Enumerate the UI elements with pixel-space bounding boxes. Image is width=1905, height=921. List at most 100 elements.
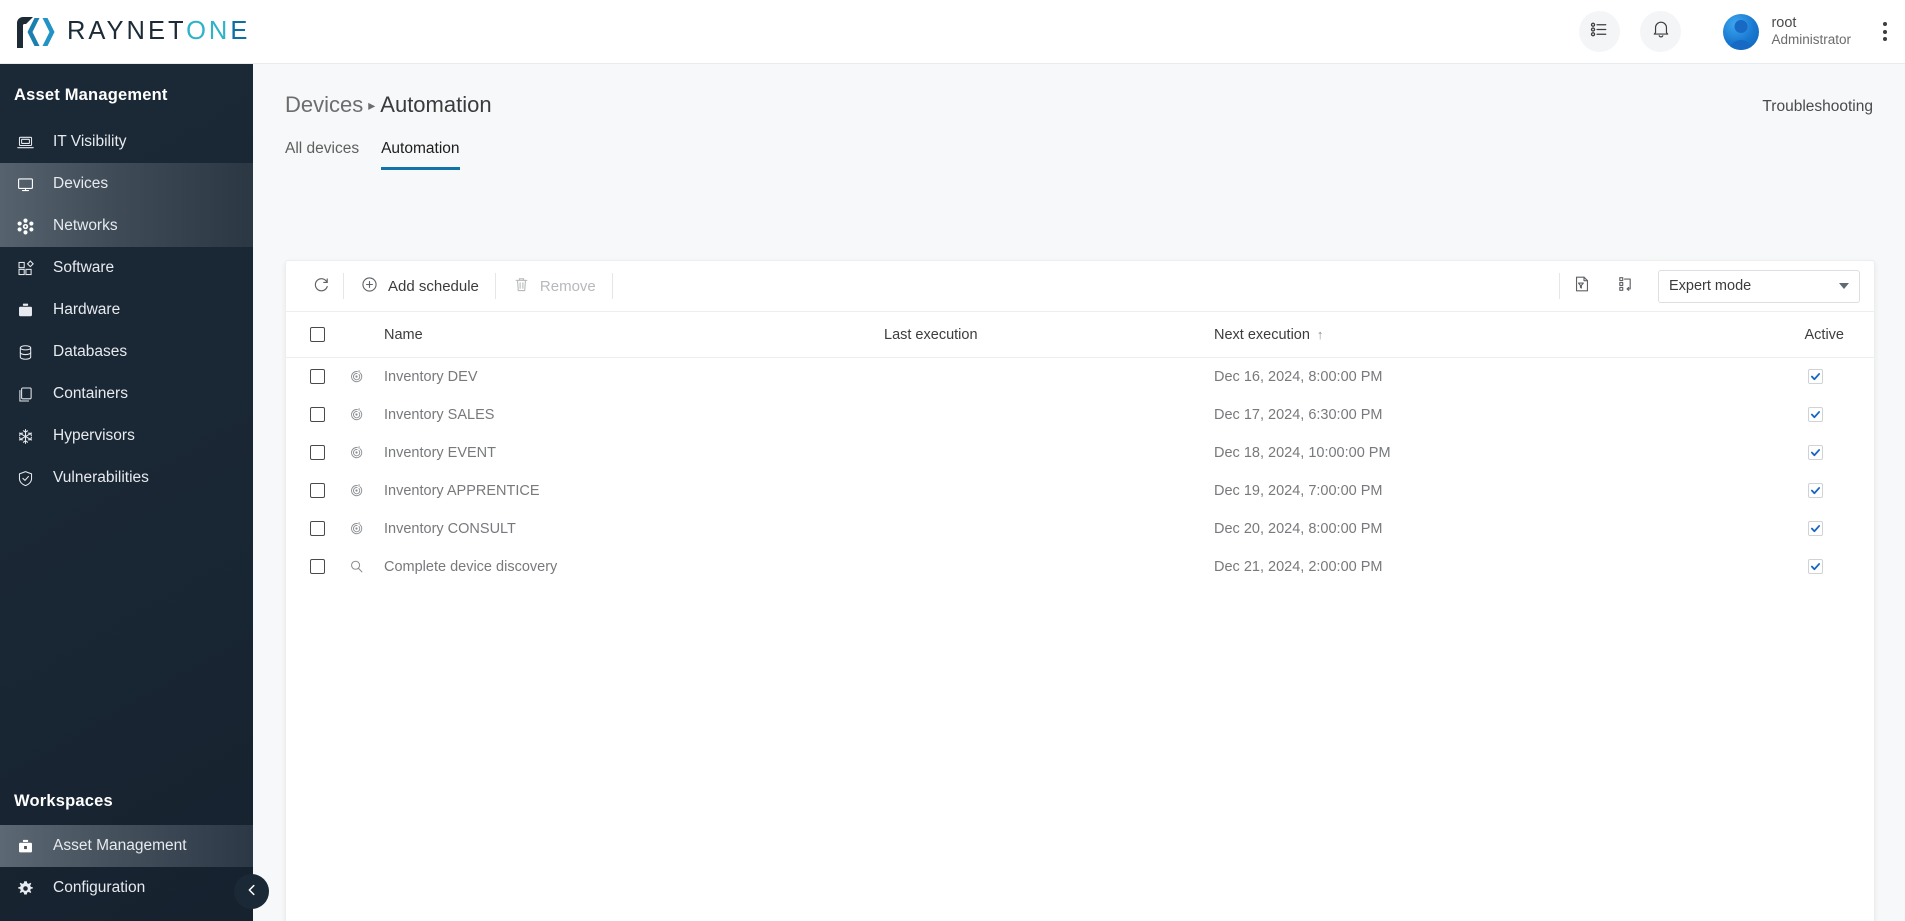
app-root: RAYNETONE bbox=[0, 0, 1905, 921]
remove-button[interactable]: Remove bbox=[496, 261, 612, 311]
sidebar-item-label: Hardware bbox=[53, 301, 120, 319]
bell-icon bbox=[1651, 19, 1671, 44]
sidebar-item-label: Asset Management bbox=[53, 837, 187, 855]
breadcrumb-parent[interactable]: Devices bbox=[285, 92, 363, 117]
row-next-execution: Dec 21, 2024, 2:00:00 PM bbox=[1214, 548, 1774, 586]
sidebar-item-software[interactable]: Software bbox=[0, 247, 253, 289]
scan-radar-icon bbox=[348, 444, 384, 461]
task-list-icon bbox=[1590, 20, 1609, 44]
database-icon bbox=[16, 343, 46, 362]
notifications-button[interactable] bbox=[1640, 11, 1681, 52]
last-execution-header[interactable]: Last execution bbox=[884, 312, 1214, 358]
sidebar-item-it-visibility[interactable]: IT Visibility bbox=[0, 121, 253, 163]
row-type-cell bbox=[348, 358, 384, 396]
row-next-execution: Dec 18, 2024, 10:00:00 PM bbox=[1214, 434, 1774, 472]
sidebar: Asset Management IT Visibility Devices bbox=[0, 64, 253, 921]
monitor-icon bbox=[16, 175, 46, 194]
scan-radar-icon bbox=[348, 482, 384, 499]
sidebar-item-label: Databases bbox=[53, 343, 127, 361]
chevron-left-icon bbox=[245, 883, 259, 901]
tab-all-devices[interactable]: All devices bbox=[285, 140, 359, 170]
row-last-execution bbox=[884, 548, 1214, 586]
sidebar-item-hypervisors[interactable]: Hypervisors bbox=[0, 415, 253, 457]
breadcrumb-row: Devices▸Automation Troubleshooting bbox=[253, 64, 1905, 118]
sidebar-item-containers[interactable]: Containers bbox=[0, 373, 253, 415]
select-all-checkbox[interactable] bbox=[310, 327, 325, 342]
row-active-checkbox[interactable] bbox=[1808, 559, 1823, 574]
scan-radar-icon bbox=[348, 368, 384, 385]
sort-ascending-icon: ↑ bbox=[1317, 327, 1324, 342]
row-active-checkbox[interactable] bbox=[1808, 407, 1823, 422]
table-row[interactable]: Inventory DEV Dec 16, 2024, 8:00:00 PM bbox=[286, 358, 1875, 396]
row-checkbox[interactable] bbox=[310, 369, 325, 384]
row-last-execution bbox=[884, 434, 1214, 472]
add-schedule-button[interactable]: Add schedule bbox=[344, 261, 495, 311]
refresh-button[interactable] bbox=[300, 261, 343, 311]
table-row[interactable]: Inventory APPRENTICE Dec 19, 2024, 7:00:… bbox=[286, 472, 1875, 510]
table-row[interactable]: Complete device discovery Dec 21, 2024, … bbox=[286, 548, 1875, 586]
sidebar-collapse-button[interactable] bbox=[234, 874, 269, 909]
remove-label: Remove bbox=[540, 278, 596, 295]
app-header: RAYNETONE bbox=[0, 0, 1905, 64]
row-next-execution: Dec 17, 2024, 6:30:00 PM bbox=[1214, 396, 1774, 434]
table-toolbar: Add schedule Remove bbox=[286, 261, 1874, 311]
row-active-cell bbox=[1774, 396, 1875, 434]
sidebar-item-asset-management[interactable]: Asset Management bbox=[0, 825, 253, 867]
row-checkbox[interactable] bbox=[310, 407, 325, 422]
toolbar-right: Expert mode bbox=[1559, 261, 1860, 311]
table-row[interactable]: Inventory EVENT Dec 18, 2024, 10:00:00 P… bbox=[286, 434, 1875, 472]
row-active-checkbox[interactable] bbox=[1808, 521, 1823, 536]
brand-logo[interactable]: RAYNETONE bbox=[0, 0, 250, 64]
row-name: Inventory DEV bbox=[384, 358, 884, 396]
sidebar-section-title: Asset Management bbox=[0, 64, 253, 121]
column-settings-button[interactable] bbox=[1604, 261, 1648, 311]
name-header[interactable]: Name bbox=[384, 312, 884, 358]
type-icon-header bbox=[348, 312, 384, 358]
user-menu[interactable]: root Administrator bbox=[1723, 14, 1851, 50]
row-select-cell bbox=[286, 472, 348, 510]
document-filter-button[interactable] bbox=[1560, 261, 1604, 311]
sidebar-item-networks[interactable]: Networks bbox=[0, 205, 253, 247]
sidebar-item-label: Configuration bbox=[53, 879, 145, 897]
row-checkbox[interactable] bbox=[310, 521, 325, 536]
row-select-cell bbox=[286, 396, 348, 434]
troubleshooting-link[interactable]: Troubleshooting bbox=[1762, 92, 1873, 116]
row-checkbox[interactable] bbox=[310, 483, 325, 498]
row-active-checkbox[interactable] bbox=[1808, 369, 1823, 384]
breadcrumb-current: Automation bbox=[380, 92, 491, 117]
active-header: Active bbox=[1774, 312, 1875, 358]
sidebar-item-devices[interactable]: Devices bbox=[0, 163, 253, 205]
table-row[interactable]: Inventory SALES Dec 17, 2024, 6:30:00 PM bbox=[286, 396, 1875, 434]
row-active-checkbox[interactable] bbox=[1808, 483, 1823, 498]
task-list-button[interactable] bbox=[1579, 11, 1620, 52]
row-name: Inventory CONSULT bbox=[384, 510, 884, 548]
sidebar-item-configuration[interactable]: Configuration bbox=[0, 867, 253, 909]
sidebar-item-databases[interactable]: Databases bbox=[0, 331, 253, 373]
table-row[interactable]: Inventory CONSULT Dec 20, 2024, 8:00:00 … bbox=[286, 510, 1875, 548]
row-checkbox[interactable] bbox=[310, 559, 325, 574]
snowflake-icon bbox=[16, 427, 46, 446]
network-nodes-icon bbox=[16, 217, 46, 236]
row-select-cell bbox=[286, 358, 348, 396]
row-type-cell bbox=[348, 510, 384, 548]
row-name: Inventory SALES bbox=[384, 396, 884, 434]
automation-card: Add schedule Remove bbox=[285, 260, 1875, 921]
next-execution-header[interactable]: Next execution↑ bbox=[1214, 312, 1774, 358]
tab-automation[interactable]: Automation bbox=[381, 140, 459, 170]
user-role: Administrator bbox=[1771, 32, 1851, 48]
mode-select[interactable]: Expert mode bbox=[1658, 270, 1860, 303]
main-content: Devices▸Automation Troubleshooting All d… bbox=[253, 64, 1905, 921]
add-schedule-label: Add schedule bbox=[388, 278, 479, 295]
row-next-execution: Dec 19, 2024, 7:00:00 PM bbox=[1214, 472, 1774, 510]
row-name: Inventory EVENT bbox=[384, 434, 884, 472]
more-vertical-icon[interactable] bbox=[1879, 16, 1891, 47]
row-checkbox[interactable] bbox=[310, 445, 325, 460]
sidebar-item-hardware[interactable]: Hardware bbox=[0, 289, 253, 331]
row-active-checkbox[interactable] bbox=[1808, 445, 1823, 460]
breadcrumb: Devices▸Automation bbox=[285, 92, 492, 118]
sidebar-item-label: Hypervisors bbox=[53, 427, 135, 445]
row-last-execution bbox=[884, 472, 1214, 510]
sidebar-item-vulnerabilities[interactable]: Vulnerabilities bbox=[0, 457, 253, 499]
row-active-cell bbox=[1774, 548, 1875, 586]
select-all-header bbox=[286, 312, 348, 358]
